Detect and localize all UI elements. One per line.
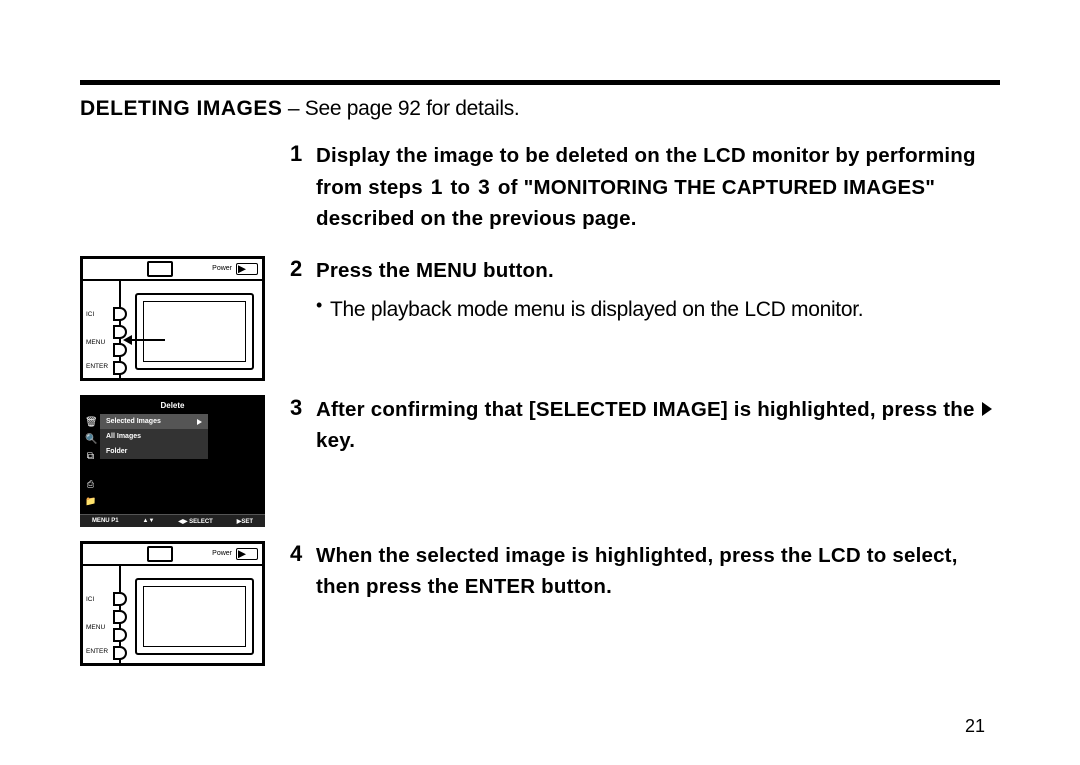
camera-button-enter-b (113, 646, 127, 660)
step-2-sub-bullet: • The playback mode menu is displayed on… (290, 295, 1000, 324)
folder-icon: 📁 (85, 496, 96, 507)
delete-menu-illustration: Delete 🗑 🔍 ⧉ ⎙ 📁 Selected Images (80, 395, 265, 527)
step-3-row: Delete 🗑 🔍 ⧉ ⎙ 📁 Selected Images (80, 395, 1000, 527)
step-4: 4 When the selected image is highlighted… (290, 541, 1000, 603)
step-1-number: 1 (290, 141, 316, 167)
camera-button-menu-b (113, 628, 127, 642)
camera-illustration-menu: Power ICI MENU ENTER (80, 256, 265, 381)
print-icon: ⎙ (85, 479, 96, 490)
triangle-right-icon (197, 419, 202, 425)
page-number: 21 (965, 716, 985, 737)
trash-icon: 🗑 (85, 417, 96, 428)
enter-label-2: ENTER (86, 648, 108, 655)
enter-label: ENTER (86, 363, 108, 370)
camera-button-1 (113, 307, 127, 321)
menu-title: Delete (80, 401, 265, 410)
power-label: Power (212, 265, 232, 272)
content-area: 1 Display the image to be deleted on the… (80, 141, 1000, 680)
step-2-text: Press the MENU button. (316, 256, 554, 287)
step-2-number: 2 (290, 256, 316, 282)
menu-item-folder: Folder (100, 444, 208, 459)
menu-label-2: MENU (86, 624, 105, 631)
camera-button-menu (113, 343, 127, 357)
play-right-icon (982, 402, 992, 416)
power-play-icon-2 (236, 548, 258, 560)
magnifier-icon: 🔍 (85, 434, 96, 445)
menu-label: MENU (86, 339, 105, 346)
section-title: DELETING IMAGES – See page 92 for detail… (80, 97, 1000, 121)
step-3-number: 3 (290, 395, 316, 421)
step-2-row: Power ICI MENU ENTER 2 Press the MENU bu… (80, 256, 1000, 381)
section-title-bold: DELETING IMAGES (80, 97, 282, 120)
step-4-number: 4 (290, 541, 316, 567)
menu-item-selected-images: Selected Images (100, 414, 208, 429)
step-3: 3 After confirming that [SELECTED IMAGE]… (290, 395, 1000, 457)
arrow-pointer-icon (131, 339, 165, 341)
step-4-text: When the selected image is highlighted, … (316, 541, 1000, 603)
power-label-2: Power (212, 550, 232, 557)
power-play-icon (236, 263, 258, 275)
step-3-text: After confirming that [SELECTED IMAGE] i… (316, 395, 1000, 457)
bullet-dot-icon: • (316, 295, 330, 316)
step-1: 1 Display the image to be deleted on the… (290, 141, 1000, 234)
camera-illustration-enter: Power ICI MENU ENTER (80, 541, 265, 666)
section-title-rest: – See page 92 for details. (282, 97, 519, 120)
step-4-row: Power ICI MENU ENTER 4 When the selected… (80, 541, 1000, 666)
step-1-row: 1 Display the image to be deleted on the… (80, 141, 1000, 242)
ici-label-2: ICI (86, 596, 94, 603)
horizontal-rule (80, 80, 1000, 85)
copy-icon: ⧉ (85, 451, 96, 462)
step-2: 2 Press the MENU button. (290, 256, 1000, 287)
ici-label: ICI (86, 311, 94, 318)
camera-button-enter (113, 361, 127, 375)
step-2-sub-text: The playback mode menu is displayed on t… (330, 295, 863, 324)
camera-button-2b (113, 610, 127, 624)
menu-item-all-images: All Images (100, 429, 208, 444)
menu-bottom-bar: MENU P1 ▲▼ ◀▶ SELECT ▶SET (80, 514, 265, 527)
step-1-text: Display the image to be deleted on the L… (316, 141, 1000, 234)
camera-button-1b (113, 592, 127, 606)
